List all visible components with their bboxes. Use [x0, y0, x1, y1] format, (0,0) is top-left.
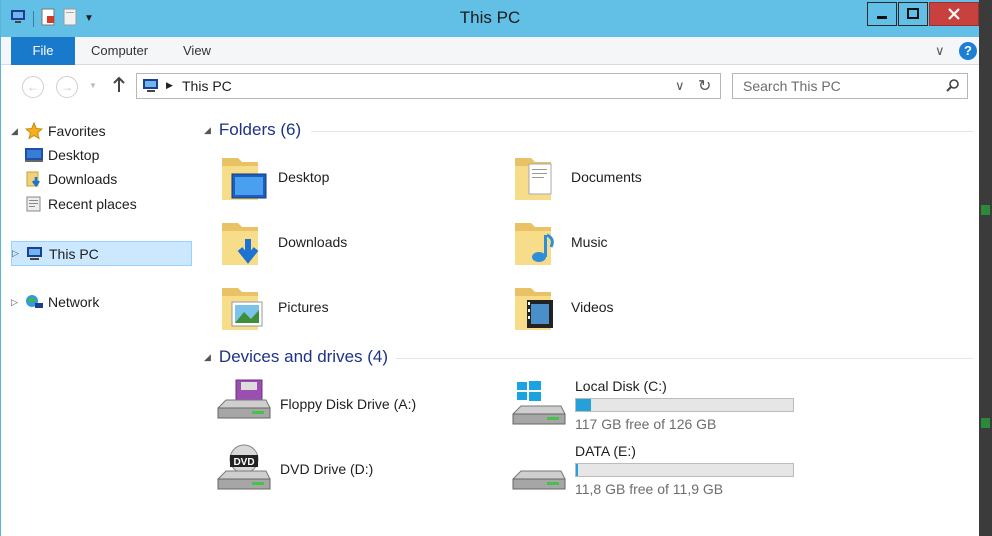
navigation-pane: ◢ Favorites Desktop Downloads Recent pla…: [11, 115, 193, 536]
tab-file[interactable]: File: [11, 37, 75, 65]
folder-music[interactable]: Music: [511, 215, 608, 269]
folder-label: Desktop: [278, 169, 330, 185]
desktop-edge-mark: [981, 205, 990, 215]
folder-label: Documents: [571, 169, 642, 185]
folder-downloads[interactable]: Downloads: [218, 215, 347, 269]
drive-usage-fill: [576, 464, 578, 476]
minimize-button[interactable]: [867, 2, 897, 26]
drive-name: Floppy Disk Drive (A:): [280, 396, 417, 412]
drive-floppy[interactable]: Floppy Disk Drive (A:): [214, 378, 416, 428]
videos-folder-icon: [515, 288, 553, 330]
drive-usage-fill: [576, 399, 592, 411]
collapse-arrow-icon[interactable]: ◢: [204, 352, 211, 363]
system-drive-icon: [512, 381, 566, 425]
nav-network[interactable]: ▷ Network: [11, 290, 99, 314]
music-folder-icon: [515, 223, 554, 265]
drive-free-space: 11,8 GB free of 11,9 GB: [575, 481, 724, 497]
group-divider: [396, 358, 973, 359]
drive-free-space: 117 GB free of 126 GB: [575, 416, 717, 432]
floppy-drive-icon: [217, 379, 271, 419]
folder-label: Downloads: [278, 234, 348, 250]
desktop-edge-mark: [981, 418, 990, 428]
downloads-icon: [23, 170, 45, 188]
breadcrumb-this-pc[interactable]: This PC: [182, 78, 232, 94]
address-dropdown-chevron-icon[interactable]: ∨: [675, 78, 685, 94]
computer-icon: [141, 77, 161, 98]
collapse-arrow-icon[interactable]: ◢: [204, 125, 211, 136]
desktop-icon: [23, 146, 45, 164]
folder-pictures[interactable]: Pictures: [218, 280, 329, 334]
window-title: This PC: [459, 8, 521, 27]
breadcrumb-separator-icon[interactable]: ▶: [166, 80, 173, 91]
explorer-window: ▼ This PC File Computer View ∨ ? ← → ▼ ▶…: [0, 0, 979, 536]
group-title: Devices and drives (4): [218, 347, 389, 366]
folder-videos[interactable]: Videos: [511, 280, 614, 334]
pictures-folder-icon: [222, 288, 263, 330]
nav-favorites-label: Favorites: [48, 123, 106, 139]
dvd-drive-icon: DVD: [217, 444, 271, 490]
content-pane: ◢ Folders (6) Desktop Documents Download…: [196, 108, 979, 536]
search-icon[interactable]: [945, 78, 961, 97]
nav-recent-places[interactable]: Recent places: [23, 192, 137, 216]
collapse-arrow-icon[interactable]: ◢: [11, 126, 23, 137]
star-icon: [23, 122, 45, 140]
folder-label: Videos: [571, 299, 614, 315]
documents-folder-icon: [515, 158, 552, 200]
expand-arrow-icon[interactable]: ▷: [11, 297, 23, 308]
folder-label: Pictures: [278, 299, 329, 315]
computer-icon: [24, 245, 46, 263]
drive-name: DATA (E:): [575, 443, 636, 459]
tab-computer[interactable]: Computer: [77, 37, 162, 65]
nav-downloads[interactable]: Downloads: [23, 167, 117, 191]
nav-downloads-label: Downloads: [48, 171, 118, 187]
desktop-folder-icon: [222, 158, 267, 200]
drive-usage-bar: [575, 463, 794, 477]
nav-favorites[interactable]: ◢ Favorites: [11, 119, 191, 143]
group-title: Folders (6): [218, 120, 302, 139]
nav-this-pc[interactable]: ▷ This PC: [11, 241, 192, 266]
help-icon[interactable]: ?: [959, 42, 977, 60]
tab-view[interactable]: View: [169, 37, 225, 65]
back-button[interactable]: ←: [22, 76, 44, 98]
drive-dvd[interactable]: DVD DVD Drive (D:): [214, 443, 373, 497]
folder-documents[interactable]: Documents: [511, 150, 642, 204]
drive-data-e[interactable]: DATA (E:) 11,8 GB free of 11,9 GB: [509, 443, 794, 497]
nav-desktop[interactable]: Desktop: [23, 143, 99, 167]
expand-arrow-icon[interactable]: ▷: [12, 248, 24, 259]
group-header-folders[interactable]: ◢ Folders (6): [204, 120, 301, 140]
refresh-icon[interactable]: ↻: [698, 76, 711, 96]
navigation-bar: ← → ▼ ▶ This PC ∨ ↻ Search This PC: [1, 65, 979, 107]
forward-button[interactable]: →: [56, 76, 78, 98]
title-bar: ▼ This PC: [1, 0, 979, 37]
ribbon: File Computer View ∨ ?: [1, 37, 979, 65]
search-placeholder: Search This PC: [743, 78, 841, 94]
drive-name: Local Disk (C:): [575, 378, 667, 394]
expand-ribbon-chevron-icon[interactable]: ∨: [935, 43, 945, 59]
drive-name: DVD Drive (D:): [280, 461, 374, 477]
desktop-background: [979, 0, 992, 536]
nav-network-label: Network: [48, 294, 100, 310]
hard-drive-icon: [512, 470, 566, 490]
recent-locations-chevron-icon[interactable]: ▼: [89, 81, 97, 90]
group-divider: [311, 131, 973, 132]
svg-text:DVD: DVD: [233, 457, 254, 468]
nav-this-pc-label: This PC: [49, 245, 99, 262]
nav-desktop-label: Desktop: [48, 147, 100, 163]
folder-desktop[interactable]: Desktop: [218, 150, 329, 204]
close-button[interactable]: [929, 2, 979, 26]
drive-local-disk-c[interactable]: Local Disk (C:) 117 GB free of 126 GB: [509, 378, 794, 432]
up-arrow-icon[interactable]: [111, 76, 127, 97]
maximize-button[interactable]: [898, 2, 928, 26]
downloads-folder-icon: [222, 223, 259, 265]
nav-recent-places-label: Recent places: [48, 196, 137, 212]
folder-label: Music: [571, 234, 608, 250]
recent-places-icon: [23, 195, 45, 213]
drive-usage-bar: [575, 398, 794, 412]
search-box[interactable]: Search This PC: [732, 73, 968, 99]
address-bar[interactable]: ▶ This PC ∨ ↻: [136, 73, 721, 99]
network-icon: [23, 293, 45, 311]
group-header-devices[interactable]: ◢ Devices and drives (4): [204, 347, 388, 367]
